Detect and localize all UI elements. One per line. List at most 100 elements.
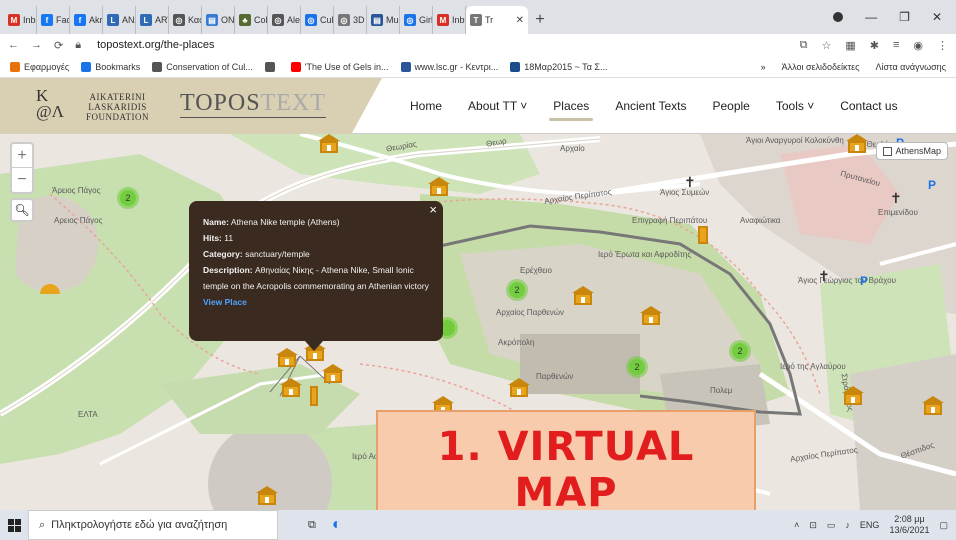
browser-tab[interactable]: ▤ONE bbox=[202, 6, 235, 34]
browser-tab[interactable]: ◎Cultu bbox=[301, 6, 334, 34]
new-tab-button[interactable]: + bbox=[528, 6, 552, 34]
windows-start-icon[interactable] bbox=[0, 518, 28, 532]
bookmark-favicon-icon bbox=[152, 61, 163, 72]
zoom-out-button[interactable]: − bbox=[12, 168, 32, 192]
nav-item[interactable]: Tools ˅ bbox=[776, 99, 814, 113]
temple-marker-icon[interactable] bbox=[640, 306, 662, 326]
bookmark-item[interactable]: 18Μαρ2015 ~ Τα Σ... bbox=[510, 61, 607, 72]
bookmark-item[interactable]: Bookmarks bbox=[81, 61, 141, 72]
window-controls: — ❐ ✕ bbox=[833, 0, 956, 34]
browser-tab[interactable]: MInbox bbox=[4, 6, 37, 34]
browser-tab[interactable]: LANA bbox=[103, 6, 136, 34]
browser-tab[interactable]: MInbo bbox=[433, 6, 466, 34]
tab-favicon-icon: f bbox=[41, 14, 53, 26]
site-logo-text[interactable]: TOPOSTEXT bbox=[180, 90, 326, 118]
menu-icon[interactable]: ⋮ bbox=[937, 39, 948, 52]
language-indicator[interactable]: ENG bbox=[860, 520, 880, 530]
place-cluster[interactable]: 2 bbox=[506, 279, 528, 301]
browser-tab[interactable]: fFaceb bbox=[37, 6, 70, 34]
place-cluster[interactable]: 2 bbox=[117, 187, 139, 209]
temple-marker-icon[interactable] bbox=[322, 364, 344, 384]
nav-item[interactable]: About TT ˅ bbox=[468, 99, 527, 113]
browser-tab-active[interactable]: T Tr ✕ bbox=[466, 6, 528, 34]
clock[interactable]: 2:08 μμ 13/6/2021 bbox=[889, 514, 929, 536]
close-tab-icon[interactable]: ✕ bbox=[516, 15, 524, 26]
foundation-logo[interactable]: K @Λ bbox=[36, 87, 64, 120]
tab-label: Cultu bbox=[320, 15, 334, 25]
browser-tab[interactable]: ◎Alex bbox=[268, 6, 301, 34]
bookmark-item[interactable]: Conservation of Cul... bbox=[152, 61, 253, 72]
nav-item[interactable]: Places bbox=[549, 99, 594, 121]
profile-icon[interactable] bbox=[833, 12, 844, 22]
church-cross-icon[interactable]: ✝ bbox=[818, 268, 830, 285]
layer-toggle[interactable]: AthensMap bbox=[876, 142, 948, 160]
place-cluster[interactable]: 2 bbox=[626, 356, 648, 378]
taskbar-search-box[interactable]: ⌕ Πληκτρολογήστε εδώ για αναζήτηση bbox=[28, 510, 278, 540]
bookmark-label: Bookmarks bbox=[95, 61, 141, 72]
puzzle-icon[interactable]: ✱ bbox=[870, 39, 879, 52]
church-marker-icon[interactable] bbox=[428, 177, 450, 197]
extension-icon[interactable]: ▦ bbox=[845, 39, 855, 52]
map-place-label: Επιγραφή Περιπάτου bbox=[632, 216, 708, 225]
bookmark-item[interactable]: Εφαρμογές bbox=[10, 61, 69, 72]
browser-tab[interactable]: ♣Colle bbox=[235, 6, 268, 34]
system-tray: ˄ ⊡ ▭ ♪ ENG 2:08 μμ 13/6/2021 ▢ bbox=[794, 510, 948, 540]
place-cluster[interactable]: 2 bbox=[729, 340, 751, 362]
other-bookmarks-folder[interactable]: Άλλοι σελιδοδείκτες bbox=[782, 62, 860, 72]
temple-marker-icon[interactable] bbox=[922, 396, 944, 416]
volume-icon[interactable]: ♪ bbox=[845, 520, 850, 530]
nav-item[interactable]: Ancient Texts bbox=[615, 99, 686, 113]
layer-checkbox[interactable] bbox=[883, 146, 893, 156]
tab-favicon-icon: M bbox=[437, 14, 449, 26]
avatar[interactable]: ◉ bbox=[913, 39, 923, 52]
view-place-link[interactable]: View Place bbox=[203, 294, 429, 310]
reload-icon[interactable]: ⟳ bbox=[54, 39, 63, 52]
temple-marker-icon[interactable] bbox=[572, 286, 594, 306]
tray-chevron-icon[interactable]: ˄ bbox=[794, 520, 799, 530]
browser-tab[interactable]: ◎Καφε bbox=[169, 6, 202, 34]
browser-tab[interactable]: ◎3D V bbox=[334, 6, 367, 34]
popup-close-button[interactable]: × bbox=[429, 202, 437, 218]
url-field[interactable]: topostext.org/the-places bbox=[97, 39, 214, 51]
bookmark-item[interactable]: www.lsc.gr - Κεντρι... bbox=[400, 61, 498, 72]
column-marker-icon[interactable] bbox=[698, 226, 708, 244]
browser-tab[interactable]: ◎ Girl bbox=[400, 6, 433, 34]
restore-icon[interactable]: ❐ bbox=[899, 10, 910, 24]
temple-marker-icon[interactable] bbox=[276, 348, 298, 368]
temple-marker-icon[interactable] bbox=[318, 134, 340, 154]
temple-marker-icon[interactable] bbox=[280, 378, 302, 398]
temple-marker-icon[interactable] bbox=[256, 486, 278, 506]
translate-icon[interactable]: ⧉ bbox=[800, 39, 808, 52]
zoom-in-button[interactable]: + bbox=[12, 144, 32, 168]
bookmark-item[interactable] bbox=[264, 61, 279, 72]
forward-icon[interactable]: → bbox=[31, 39, 42, 51]
close-window-icon[interactable]: ✕ bbox=[932, 10, 942, 24]
nav-item[interactable]: Contact us bbox=[840, 99, 897, 113]
browser-tab[interactable]: fAkrop bbox=[70, 6, 103, 34]
nav-item[interactable]: Home bbox=[410, 99, 442, 113]
edge-icon[interactable]: ◐ bbox=[332, 516, 342, 534]
back-icon[interactable]: ← bbox=[8, 39, 19, 51]
battery-icon[interactable]: ▭ bbox=[827, 520, 836, 531]
browser-tab[interactable]: LARTE bbox=[136, 6, 169, 34]
network-icon[interactable]: ⊡ bbox=[809, 520, 817, 531]
bookmark-item[interactable]: 'The Use of Gels in... bbox=[290, 61, 389, 72]
church-cross-icon[interactable]: ✝ bbox=[684, 174, 696, 191]
map-search-button[interactable]: 🔍︎ bbox=[10, 198, 34, 222]
bookmark-star-icon[interactable]: ☆ bbox=[821, 39, 831, 52]
column-marker-icon[interactable] bbox=[310, 386, 318, 406]
notification-icon[interactable]: ▢ bbox=[939, 520, 948, 531]
nav-item[interactable]: People bbox=[712, 99, 749, 113]
reading-list-icon[interactable]: ≡ bbox=[893, 39, 899, 52]
reading-list-button[interactable]: Λίστα ανάγνωσης bbox=[875, 62, 946, 72]
parking-icon[interactable]: P bbox=[928, 178, 936, 192]
temple-marker-icon[interactable] bbox=[846, 134, 868, 154]
bookmarks-overflow-icon[interactable]: » bbox=[761, 62, 766, 72]
browser-tab[interactable]: ▤Musi bbox=[367, 6, 400, 34]
temple-marker-icon[interactable] bbox=[508, 378, 530, 398]
church-cross-icon[interactable]: ✝ bbox=[890, 190, 902, 207]
temple-marker-icon[interactable] bbox=[842, 386, 864, 406]
minimize-icon[interactable]: — bbox=[865, 10, 877, 24]
parking-icon[interactable]: P bbox=[860, 274, 868, 288]
task-view-icon[interactable]: ⧉ bbox=[308, 519, 316, 532]
